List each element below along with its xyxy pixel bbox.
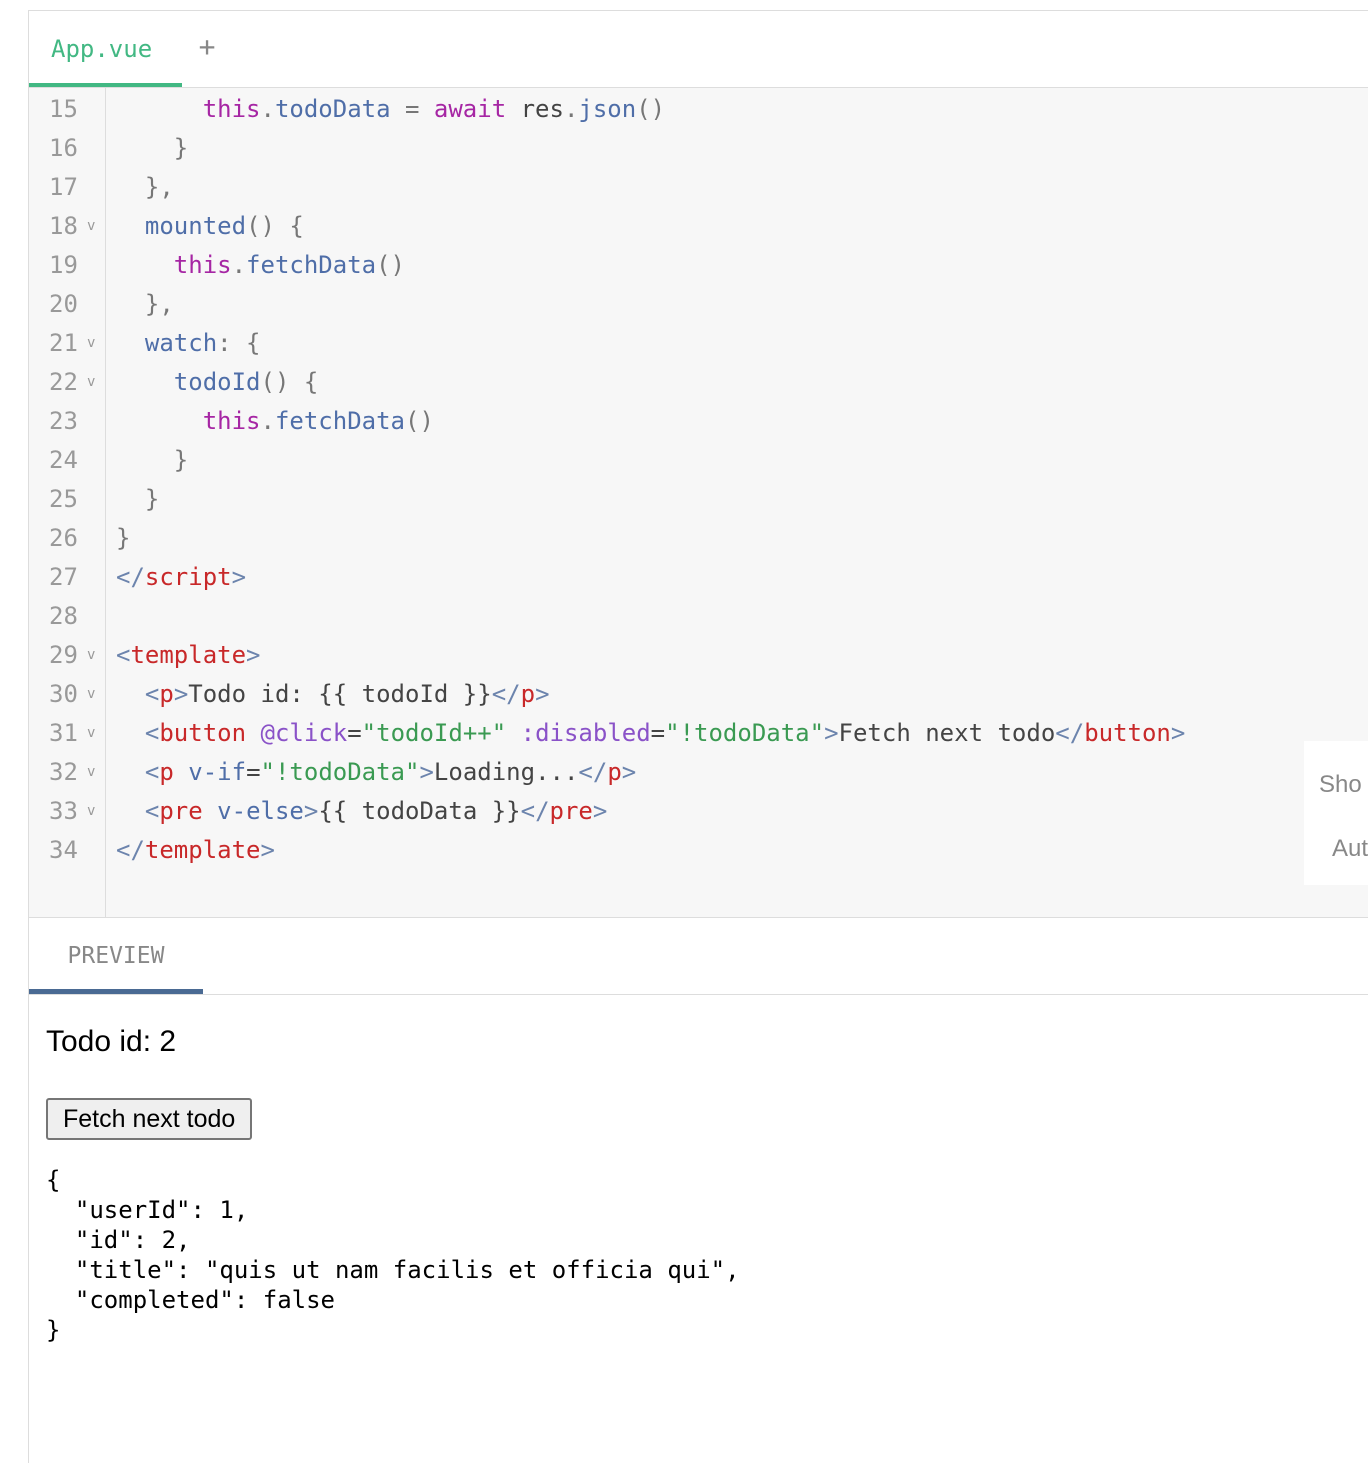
- code-line[interactable]: 15 this.todoData = await res.json(): [29, 90, 1368, 129]
- line-number: 26: [49, 524, 78, 552]
- code-line[interactable]: 18 v mounted() {: [29, 207, 1368, 246]
- line-number: 21: [49, 329, 78, 357]
- code-text: </script>: [116, 563, 247, 591]
- line-number: 32: [49, 758, 78, 786]
- code-text: todoId() {: [173, 368, 319, 396]
- fold-toggle-icon[interactable]: v: [87, 363, 95, 402]
- code-text: }: [116, 524, 131, 552]
- code-line[interactable]: 26}: [29, 519, 1368, 558]
- side-hint-line-1[interactable]: Sho: [1319, 771, 1362, 799]
- code-text: this.todoData = await res.json(): [202, 95, 666, 123]
- line-number: 30: [49, 680, 78, 708]
- line-number: 19: [49, 251, 78, 279]
- code-text: <pre v-else>{{ todoData }}</pre>: [144, 797, 608, 825]
- code-text: <p>Todo id: {{ todoId }}</p>: [144, 680, 550, 708]
- line-number: 23: [49, 407, 78, 435]
- code-text: <template>: [116, 641, 261, 669]
- fold-toggle-icon[interactable]: v: [87, 753, 95, 792]
- preview-todo-id-text: Todo id: 2: [46, 1025, 177, 1058]
- line-number: 33: [49, 797, 78, 825]
- line-number: 27: [49, 563, 78, 591]
- code-line[interactable]: 30 v <p>Todo id: {{ todoId }}</p>: [29, 675, 1368, 714]
- code-line[interactable]: 25 }: [29, 480, 1368, 519]
- line-number: 29: [49, 641, 78, 669]
- code-line[interactable]: 33 v <pre v-else>{{ todoData }}</pre>: [29, 792, 1368, 831]
- line-number: 16: [49, 134, 78, 162]
- code-line[interactable]: 19 this.fetchData(): [29, 246, 1368, 285]
- code-text: }: [173, 446, 189, 474]
- code-text: }: [173, 134, 189, 162]
- side-settings-panel[interactable]: Sho Aut: [1304, 741, 1368, 885]
- line-number: 28: [49, 602, 78, 630]
- code-line[interactable]: 16 }: [29, 129, 1368, 168]
- code-text: watch: {: [144, 329, 261, 357]
- code-line[interactable]: 28: [29, 597, 1368, 636]
- fold-toggle-icon[interactable]: v: [87, 636, 95, 675]
- playground-app: App.vue + 15 this.todoData = await res.j…: [28, 10, 1368, 1463]
- fold-toggle-icon[interactable]: v: [87, 714, 95, 753]
- tab-preview[interactable]: PREVIEW: [29, 918, 203, 994]
- code-line[interactable]: 27 </script>: [29, 558, 1368, 597]
- code-text: this.fetchData(): [202, 407, 434, 435]
- line-number: 31: [49, 719, 78, 747]
- code-line[interactable]: 24 }: [29, 441, 1368, 480]
- code-line[interactable]: 32 v <p v-if="!todoData">Loading...</p>: [29, 753, 1368, 792]
- code-text: </template>: [116, 836, 275, 864]
- preview-pane: Todo id: 2 Fetch next todo { "userId": 1…: [29, 995, 1368, 1463]
- code-line[interactable]: 20 },: [29, 285, 1368, 324]
- code-text: }: [144, 485, 160, 513]
- line-number: 22: [49, 368, 78, 396]
- fold-toggle-icon[interactable]: v: [87, 207, 95, 246]
- file-tab-bar: App.vue +: [29, 11, 1368, 88]
- code-text: },: [144, 173, 174, 201]
- fold-toggle-icon[interactable]: v: [87, 675, 95, 714]
- preview-todo-json: { "userId": 1, "id": 2, "title": "quis u…: [46, 1166, 740, 1344]
- line-number: 17: [49, 173, 78, 201]
- code-text: },: [144, 290, 174, 318]
- code-line[interactable]: 34 </template>: [29, 831, 1368, 870]
- fetch-next-todo-button[interactable]: Fetch next todo: [46, 1098, 253, 1140]
- preview-tab-bar: PREVIEW: [29, 918, 1368, 995]
- line-number: 15: [49, 95, 78, 123]
- code-line[interactable]: 23 this.fetchData(): [29, 402, 1368, 441]
- add-file-button[interactable]: +: [192, 29, 222, 65]
- code-line[interactable]: 17 },: [29, 168, 1368, 207]
- line-number: 18: [49, 212, 78, 240]
- code-line[interactable]: 21 v watch: {: [29, 324, 1368, 363]
- file-tab-app-vue[interactable]: App.vue: [29, 11, 182, 87]
- code-text: <button @click="todoId++" :disabled="!to…: [144, 719, 1186, 747]
- code-line[interactable]: 29 v <template>: [29, 636, 1368, 675]
- code-text: <p v-if="!todoData">Loading...</p>: [144, 758, 637, 786]
- code-line[interactable]: 22 v todoId() {: [29, 363, 1368, 402]
- line-number: 34: [49, 836, 78, 864]
- code-editor[interactable]: 15 this.todoData = await res.json() 16 } 1…: [29, 88, 1368, 918]
- code-text: this.fetchData(): [173, 251, 405, 279]
- line-number: 20: [49, 290, 78, 318]
- side-hint-line-2[interactable]: Aut: [1332, 835, 1368, 863]
- code-line[interactable]: 31 v <button @click="todoId++" :disabled=…: [29, 714, 1368, 753]
- fold-toggle-icon[interactable]: v: [87, 792, 95, 831]
- code-lines: 15 this.todoData = await res.json() 16 } 1…: [29, 90, 1368, 870]
- code-text: mounted() {: [144, 212, 304, 240]
- line-number: 25: [49, 485, 78, 513]
- fold-toggle-icon[interactable]: v: [87, 324, 95, 363]
- line-number: 24: [49, 446, 78, 474]
